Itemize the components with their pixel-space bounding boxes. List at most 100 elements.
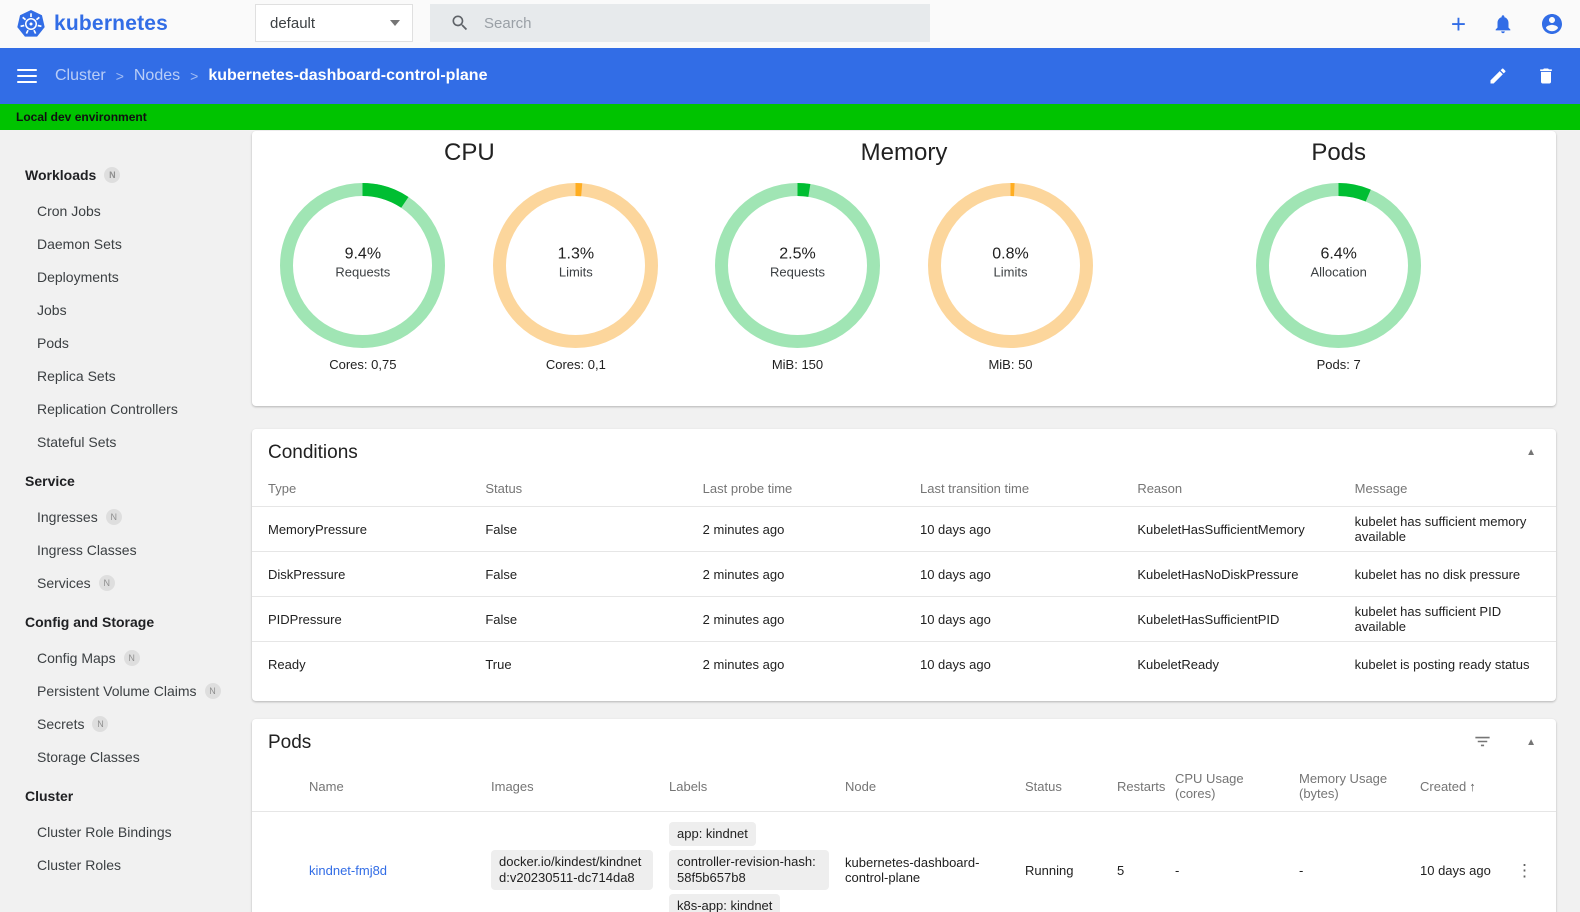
new-badge: N (92, 715, 109, 732)
condition-cell: 10 days ago (903, 551, 1122, 597)
breadcrumb-link-nodes[interactable]: Nodes (134, 67, 180, 85)
sidebar-item-storage-classes[interactable]: Storage Classes (0, 740, 247, 773)
gauge-label: Limits (558, 264, 593, 280)
sidebar-item-secrets[interactable]: Secrets N (0, 707, 247, 740)
condition-cell: 10 days ago (903, 506, 1122, 552)
collapse-pods-button[interactable]: ▲ (1522, 734, 1540, 752)
new-badge: N (204, 682, 221, 699)
condition-cell: 2 minutes ago (686, 641, 904, 687)
sidebar-section-service[interactable]: Service (0, 462, 247, 500)
sidebar-item-label: Cron Jobs (37, 202, 101, 219)
condition-cell: KubeletHasSufficientPID (1121, 596, 1339, 642)
breadcrumb-link-cluster[interactable]: Cluster (55, 67, 106, 85)
notifications-button[interactable] (1492, 13, 1514, 35)
column-header-created[interactable]: Created ↑ (1412, 763, 1508, 812)
delete-button[interactable] (1536, 66, 1556, 86)
pod-labels-cell: app: kindnet controller-revision-hash: 58… (661, 811, 837, 912)
new-badge: N (104, 167, 121, 183)
sidebar-item-services[interactable]: Services N (0, 566, 247, 599)
gauge-label: Requests (335, 264, 391, 280)
allocation-charts-card: CPU 9.4% Requests Cores: 0,75 1.3% Limits Core… (252, 131, 1556, 406)
gauge-center-text: 2.5% Requests (770, 245, 825, 279)
gauge-percentage: 1.3% (557, 245, 595, 263)
table-row: DiskPressure False 2 minutes ago 10 days ag… (252, 551, 1556, 597)
pod-status-cell: Running (1017, 811, 1109, 912)
column-header-images[interactable]: Images (483, 763, 661, 812)
sidebar-section-workloads[interactable]: Workloads N (0, 156, 247, 194)
trash-icon (1540, 68, 1552, 84)
condition-cell: MemoryPressure (252, 506, 470, 552)
filter-button[interactable] (1473, 732, 1492, 754)
sidebar-item-replication-controllers[interactable]: Replication Controllers (0, 392, 247, 425)
image-chip: docker.io/kindest/kindnetd:v20230511-dc7… (491, 850, 653, 890)
sidebar-item-deployments[interactable]: Deployments (0, 260, 247, 293)
sidebar-section-label: Config and Storage (25, 614, 155, 630)
pods-title: Pods (268, 732, 312, 753)
pods-card: Pods ▲ Name Images Labels Node Status Restart… (252, 719, 1556, 912)
column-header-restarts[interactable]: Restarts (1109, 763, 1167, 812)
gauges-row: 9.4% Requests Cores: 0,75 1.3% Limits Cores: … (280, 183, 659, 372)
pod-name-cell: kindnet-fmj8d (301, 811, 483, 912)
column-header-status[interactable]: Status (1017, 763, 1109, 812)
sidebar-item-label: Ingress Classes (37, 541, 137, 558)
column-header-name[interactable]: Name (301, 763, 483, 812)
create-resource-button[interactable]: + (1451, 11, 1466, 37)
sidebar-section-label: Service (25, 473, 75, 489)
donut-chart: 1.3% Limits (493, 183, 659, 348)
label-chip: app: kindnet (669, 822, 756, 846)
sidebar-item-cluster-roles[interactable]: Cluster Roles (0, 848, 247, 881)
collapse-conditions-button[interactable]: ▲ (1522, 444, 1540, 462)
column-header-cpu-usage-cores[interactable]: CPU Usage (cores) (1167, 763, 1291, 812)
condition-cell: DiskPressure (252, 551, 470, 597)
sidebar-item-stateful-sets[interactable]: Stateful Sets (0, 425, 247, 458)
pod-cpu-usage-cell: - (1167, 811, 1291, 912)
gauge-center-text: 0.8% Limits (992, 245, 1028, 279)
sidebar-item-label: Daemon Sets (37, 235, 122, 252)
condition-cell: kubelet is posting ready status (1338, 641, 1556, 687)
chevron-right-icon: > (115, 68, 124, 84)
pod-node-cell: kubernetes-dashboard-control-plane (837, 811, 1017, 912)
gauge-percentage: 9.4% (344, 245, 382, 263)
topbar-actions: + (1451, 0, 1564, 48)
sidebar-item-config-maps[interactable]: Config Maps N (0, 641, 247, 674)
label-chip: controller-revision-hash: 58f5b657b8 (669, 850, 829, 890)
menu-icon[interactable] (17, 69, 37, 83)
sidebar-item-label: Cluster Roles (37, 856, 122, 873)
chart-group-memory: Memory 2.5% Requests MiB: 150 0.8% Limits MiB:… (687, 139, 1122, 406)
sidebar-item-jobs[interactable]: Jobs (0, 293, 247, 326)
filter-icon (1475, 736, 1490, 747)
search-input[interactable] (484, 14, 918, 32)
plus-icon: + (1450, 9, 1466, 39)
sidebar-item-cron-jobs[interactable]: Cron Jobs (0, 194, 247, 227)
column-header-memory-usage-bytes[interactable]: Memory Usage (bytes) (1291, 763, 1412, 812)
kebab-menu-icon[interactable]: ⋮ (1516, 862, 1533, 879)
sidebar-item-pods[interactable]: Pods (0, 326, 247, 359)
brand-logo[interactable]: kubernetes (16, 9, 168, 39)
sidebar-item-ingress-classes[interactable]: Ingress Classes (0, 533, 247, 566)
sidebar-item-label: Persistent Volume Claims (37, 682, 197, 699)
condition-cell: 2 minutes ago (686, 551, 904, 597)
sidebar-item-persistent-volume-claims[interactable]: Persistent Volume Claims N (0, 674, 247, 707)
sidebar-section-config-and-storage[interactable]: Config and Storage (0, 603, 247, 641)
search-bar[interactable] (430, 4, 930, 42)
sidebar-item-ingresses[interactable]: Ingresses N (0, 500, 247, 533)
kubernetes-logo-icon (17, 9, 45, 37)
condition-cell: KubeletHasNoDiskPressure (1121, 551, 1339, 597)
edit-button[interactable] (1488, 66, 1508, 86)
column-header-node[interactable]: Node (837, 763, 1017, 812)
pod-name-link[interactable]: kindnet-fmj8d (309, 863, 387, 878)
sidebar-item-cluster-role-bindings[interactable]: Cluster Role Bindings (0, 815, 247, 848)
sidebar-section-label: Workloads (25, 167, 97, 183)
gauge-footer: Cores: 0,75 (329, 357, 397, 372)
sidebar-item-daemon-sets[interactable]: Daemon Sets (0, 227, 247, 260)
sidebar-item-replica-sets[interactable]: Replica Sets (0, 359, 247, 392)
namespace-selector[interactable]: default (255, 4, 413, 42)
sidebar-section-cluster[interactable]: Cluster (0, 777, 247, 815)
brand-name: kubernetes (54, 12, 169, 35)
gauge-percentage: 6.4% (1320, 245, 1357, 263)
donut-chart: 0.8% Limits (928, 183, 1093, 348)
column-header-labels[interactable]: Labels (661, 763, 837, 812)
main-content: CPU 9.4% Requests Cores: 0,75 1.3% Limits Core… (247, 130, 1580, 912)
pod-row: kindnet-fmj8d docker.io/kindest/kindnetd:… (252, 811, 1556, 912)
account-button[interactable] (1540, 12, 1564, 36)
